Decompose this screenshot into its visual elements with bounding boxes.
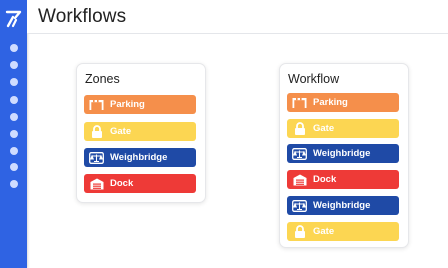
sidebar-item-4[interactable] [10, 96, 18, 104]
workflow-card-title: Workflow [288, 72, 340, 86]
workflow-step-dock[interactable]: Dock [287, 170, 399, 189]
sidebar-item-7[interactable] [10, 147, 18, 155]
workflow-step-gate[interactable]: Gate [287, 119, 399, 138]
chip-label: Parking [313, 97, 348, 108]
scale-icon [89, 151, 104, 164]
chip-label: Weighbridge [313, 200, 371, 211]
chip-label: Parking [110, 99, 145, 110]
sidebar-item-3[interactable] [10, 78, 18, 86]
sidebar-item-8[interactable] [10, 163, 18, 171]
warehouse-icon [292, 173, 307, 186]
zone-chip-gate[interactable]: Gate [84, 122, 196, 141]
workflow-step-gate-2[interactable]: Gate [287, 222, 399, 241]
workflow-step-weighbridge[interactable]: Weighbridge [287, 144, 399, 163]
sidebar-item-1[interactable] [10, 44, 18, 52]
sidebar-item-6[interactable] [10, 130, 18, 138]
sidebar [0, 0, 27, 268]
warehouse-icon [89, 177, 104, 190]
workflow-step-parking[interactable]: Parking [287, 93, 399, 112]
scale-icon [292, 199, 307, 212]
sidebar-item-2[interactable] [10, 61, 18, 69]
chip-label: Gate [313, 123, 335, 134]
zones-card-title: Zones [85, 72, 120, 86]
zone-chip-parking[interactable]: Parking [84, 95, 196, 114]
sidebar-item-5[interactable] [10, 113, 18, 121]
page-title: Workflows [38, 6, 127, 27]
parking-barrier-icon [89, 98, 104, 111]
app-window: Workflows Zones Parking Gate Weighbridge… [0, 0, 448, 268]
zone-chip-weighbridge[interactable]: Weighbridge [84, 148, 196, 167]
zones-card: Zones Parking Gate Weighbridge Dock [76, 63, 206, 203]
chip-label: Gate [110, 126, 132, 137]
chip-label: Weighbridge [110, 152, 168, 163]
lock-icon [292, 225, 307, 238]
workflow-card: Workflow Parking Gate Weighbridge Dock W… [279, 63, 409, 248]
chip-label: Gate [313, 226, 335, 237]
lock-icon [89, 125, 104, 138]
zone-chip-dock[interactable]: Dock [84, 174, 196, 193]
chip-label: Dock [110, 178, 134, 189]
chip-label: Dock [313, 174, 337, 185]
logo-icon[interactable] [5, 9, 22, 29]
workflow-step-weighbridge-2[interactable]: Weighbridge [287, 196, 399, 215]
lock-icon [292, 122, 307, 135]
parking-barrier-icon [292, 96, 307, 109]
chip-label: Weighbridge [313, 148, 371, 159]
scale-icon [292, 147, 307, 160]
sidebar-item-9[interactable] [10, 180, 18, 188]
page-header: Workflows [27, 0, 448, 34]
